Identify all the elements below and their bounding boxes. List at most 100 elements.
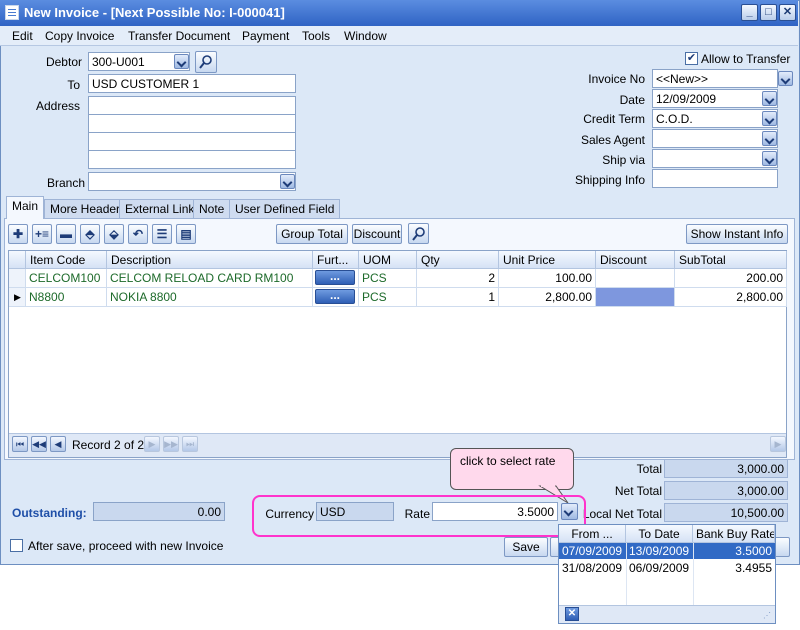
date-dropdown-icon[interactable]	[762, 91, 777, 106]
cell-unit-price[interactable]: 2,800.00	[499, 288, 596, 307]
ship-via-dropdown-icon[interactable]	[762, 151, 777, 166]
to-field[interactable]: USD CUSTOMER 1	[88, 74, 296, 93]
cell-qty[interactable]: 1	[417, 288, 499, 307]
discount-button[interactable]: Discount	[352, 224, 402, 244]
save-button[interactable]: Save	[504, 537, 548, 557]
popup-rate[interactable]: 3.5000	[693, 543, 775, 559]
further-description-button[interactable]: ...	[315, 289, 355, 304]
menu-tools[interactable]: Tools	[302, 29, 330, 43]
allow-transfer-checkbox[interactable]: ✔	[685, 52, 698, 65]
cell-item-code[interactable]: N8800	[26, 288, 107, 307]
cell-description[interactable]: CELCOM RELOAD CARD RM100	[107, 269, 313, 288]
undo-icon[interactable]: ↶	[128, 224, 148, 244]
next-record-icon[interactable]: ▶	[144, 436, 160, 452]
column-header[interactable]: Discount	[596, 251, 675, 269]
invoice-no-field[interactable]: <<New>>	[652, 69, 778, 88]
cell-subtotal[interactable]: 200.00	[675, 269, 787, 288]
cell-subtotal[interactable]: 2,800.00	[675, 288, 787, 307]
credit-term-dropdown-icon[interactable]	[762, 111, 777, 126]
popup-column-header[interactable]: Bank Buy Rate	[693, 525, 775, 543]
last-record-icon[interactable]: ⏭	[182, 436, 198, 452]
sales-agent-dropdown-icon[interactable]	[762, 131, 777, 146]
address-line-1[interactable]	[88, 96, 296, 115]
column-header[interactable]: Qty	[417, 251, 499, 269]
further-description-button[interactable]: ...	[315, 270, 355, 285]
popup-from-date[interactable]: 07/09/2009	[559, 543, 626, 559]
address-line-2[interactable]	[88, 114, 296, 133]
menu-window[interactable]: Window	[344, 29, 387, 43]
column-header[interactable]: SubTotal	[675, 251, 787, 269]
cell-discount[interactable]	[596, 269, 675, 288]
cell-description[interactable]: NOKIA 8800	[107, 288, 313, 307]
rate-dropdown-icon[interactable]	[561, 503, 578, 520]
menu-transfer-document[interactable]: Transfer Document	[128, 29, 230, 43]
menu-copy-invoice[interactable]: Copy Invoice	[45, 29, 114, 43]
column-header[interactable]: Description	[107, 251, 313, 269]
popup-from-date[interactable]: 31/08/2009	[559, 560, 626, 576]
prev-page-icon[interactable]: ◀◀	[31, 436, 47, 452]
column-header[interactable]: Furt...	[313, 251, 359, 269]
rate-history-popup: From ... To Date Bank Buy Rate 07/09/200…	[558, 524, 776, 624]
maximize-button[interactable]: □	[760, 4, 777, 21]
first-record-icon[interactable]: ⏮	[12, 436, 28, 452]
insert-row-icon[interactable]: +≡	[32, 224, 52, 244]
detail-icon[interactable]: ▤	[176, 224, 196, 244]
tab-more-header[interactable]: More Header	[44, 199, 127, 218]
close-button[interactable]: ✕	[779, 4, 796, 21]
cell-item-code[interactable]: CELCOM100	[26, 269, 107, 288]
branch-dropdown-icon[interactable]	[280, 174, 295, 189]
row-selector[interactable]	[9, 269, 26, 288]
cell-uom[interactable]: PCS	[359, 288, 417, 307]
tab-note[interactable]: Note	[193, 199, 231, 218]
outstanding-label: Outstanding:	[12, 506, 87, 520]
popup-column-header[interactable]: To Date	[626, 525, 693, 543]
debtor-dropdown-icon[interactable]	[174, 54, 189, 69]
item-grid: Item Code Description Furt... UOM Qty Un…	[8, 250, 787, 458]
cell-unit-price[interactable]: 100.00	[499, 269, 596, 288]
popup-close-icon[interactable]: ✕	[565, 607, 579, 621]
popup-to-date[interactable]: 13/09/2009	[626, 543, 693, 559]
minimize-button[interactable]: _	[741, 4, 758, 21]
column-header[interactable]: UOM	[359, 251, 417, 269]
popup-column-header[interactable]: From ...	[559, 525, 626, 543]
shipping-info-field[interactable]	[652, 169, 778, 188]
move-up-icon[interactable]: ⬘	[80, 224, 100, 244]
window-title: New Invoice - [Next Possible No: I-00004…	[24, 5, 285, 20]
menu-payment[interactable]: Payment	[242, 29, 289, 43]
scroll-right-icon[interactable]: ▶	[770, 436, 786, 452]
delete-row-icon[interactable]: ▬	[56, 224, 76, 244]
column-header[interactable]: Unit Price	[499, 251, 596, 269]
branch-field[interactable]	[88, 172, 296, 191]
rate-label: Rate	[404, 507, 430, 521]
credit-term-field[interactable]: C.O.D.	[652, 109, 778, 128]
grid-search-button[interactable]	[408, 223, 429, 244]
address-line-3[interactable]	[88, 132, 296, 151]
move-down-icon[interactable]: ⬙	[104, 224, 124, 244]
next-page-icon[interactable]: ▶▶	[163, 436, 179, 452]
popup-to-date[interactable]: 06/09/2009	[626, 560, 693, 576]
add-row-icon[interactable]: ✚	[8, 224, 28, 244]
prev-record-icon[interactable]: ◀	[50, 436, 66, 452]
show-instant-info-button[interactable]: Show Instant Info	[686, 224, 788, 244]
address-line-4[interactable]	[88, 150, 296, 169]
cell-qty[interactable]: 2	[417, 269, 499, 288]
list-icon[interactable]: ☰	[152, 224, 172, 244]
popup-rate[interactable]: 3.4955	[693, 560, 775, 576]
ship-via-field[interactable]	[652, 149, 778, 168]
resize-grip-icon[interactable]: ⋰	[763, 611, 773, 621]
cell-uom[interactable]: PCS	[359, 269, 417, 288]
debtor-search-button[interactable]	[195, 51, 217, 73]
after-save-checkbox[interactable]	[10, 539, 23, 552]
cell-discount[interactable]	[596, 288, 675, 307]
date-field[interactable]: 12/09/2009	[652, 89, 778, 108]
menu-edit[interactable]: Edit	[12, 29, 33, 43]
tab-external-link[interactable]: External Link	[119, 199, 201, 218]
tab-main[interactable]: Main	[6, 196, 45, 219]
tab-user-defined-field[interactable]: User Defined Field	[229, 199, 341, 218]
rate-field[interactable]: 3.5000	[432, 502, 558, 521]
column-header[interactable]: Item Code	[26, 251, 107, 269]
invoice-no-dropdown-icon[interactable]	[778, 71, 793, 86]
group-total-button[interactable]: Group Total	[276, 224, 348, 244]
current-row-arrow-icon[interactable]: ▶	[9, 288, 26, 307]
sales-agent-field[interactable]	[652, 129, 778, 148]
